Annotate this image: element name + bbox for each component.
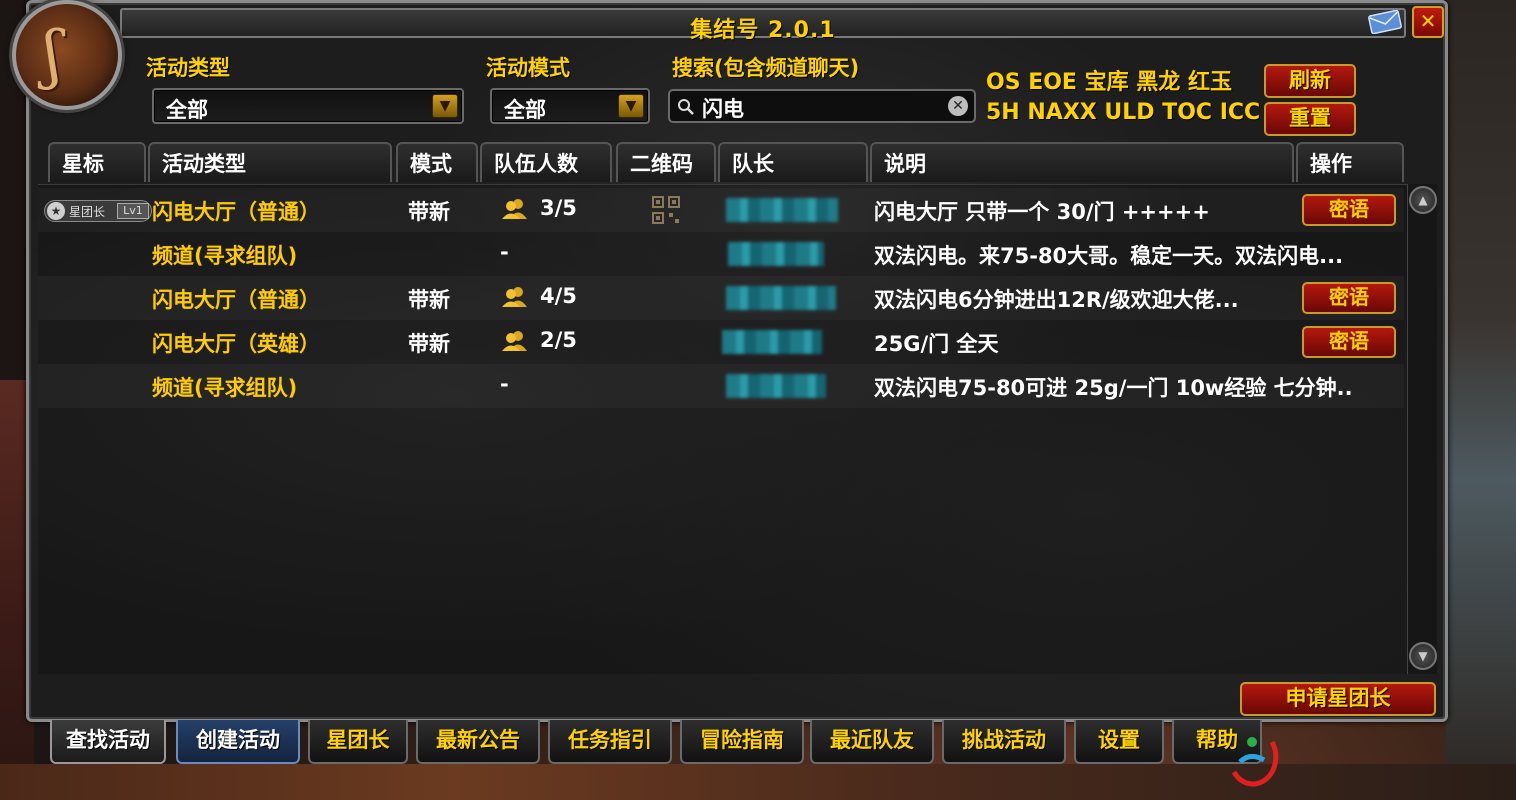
whisper-button[interactable]: 密语 bbox=[1302, 326, 1396, 358]
tab-latest-announcement[interactable]: 最新公告 bbox=[416, 720, 540, 764]
tab-challenge-activities[interactable]: 挑战活动 bbox=[942, 720, 1066, 764]
table-row[interactable]: ★ 星团长 Lv1 闪电大厅（普通） 带新 3/5 闪电大厅 只带一个 30/门… bbox=[38, 188, 1404, 232]
row-activity-type: 闪电大厅（普通） bbox=[152, 200, 320, 224]
row-mode: 带新 bbox=[408, 332, 450, 356]
table-row[interactable]: 闪电大厅（普通） 带新 4/5 双法闪电6分钟进出12R/级欢迎大佬... 密语 bbox=[38, 276, 1404, 320]
leader-name-redacted bbox=[722, 330, 822, 354]
quick-links-row-1[interactable]: OS EOE 宝库 黑龙 红玉 bbox=[986, 64, 1232, 96]
people-icon bbox=[502, 331, 527, 351]
tab-star-leader[interactable]: 星团长 bbox=[308, 720, 408, 764]
reset-button[interactable]: 重置 bbox=[1264, 102, 1356, 136]
quick-links-row-2[interactable]: 5H NAXX ULD TOC ICC bbox=[986, 100, 1260, 125]
star-badge-text: 星团长 bbox=[69, 205, 106, 219]
scroll-up-icon[interactable]: ▲ bbox=[1409, 186, 1437, 214]
leader-name-redacted bbox=[728, 242, 824, 266]
row-mode: 带新 bbox=[408, 200, 450, 224]
search-icon bbox=[678, 99, 694, 115]
row-note: 双法闪电75-80可进 25g/一门 10w经验 七分钟.. bbox=[874, 376, 1353, 400]
row-members: 2/5 bbox=[540, 328, 577, 352]
column-header-leader[interactable]: 队长 bbox=[718, 142, 868, 182]
star-icon: ★ bbox=[47, 202, 65, 220]
qr-code-icon[interactable] bbox=[652, 196, 680, 224]
whisper-button[interactable]: 密语 bbox=[1302, 194, 1396, 226]
search-input[interactable]: 闪电 ✕ bbox=[668, 89, 976, 123]
scroll-down-icon[interactable]: ▼ bbox=[1409, 642, 1437, 670]
column-header-activity-type[interactable]: 活动类型 bbox=[148, 142, 392, 182]
background-scene-right bbox=[1446, 0, 1516, 800]
search-label: 搜索(包含频道聊天) bbox=[672, 56, 860, 80]
leader-name-redacted bbox=[726, 286, 836, 310]
column-header-star[interactable]: 星标 bbox=[48, 142, 146, 182]
row-members: 3/5 bbox=[540, 196, 577, 220]
dropdown-arrow-icon[interactable]: ▼ bbox=[618, 94, 644, 118]
apply-star-leader-button[interactable]: 申请星团长 bbox=[1240, 682, 1436, 716]
people-icon bbox=[502, 199, 527, 219]
leader-name-redacted bbox=[726, 374, 826, 398]
star-leader-badge: ★ 星团长 Lv1 bbox=[44, 200, 152, 222]
tab-find-activity[interactable]: 查找活动 bbox=[50, 720, 166, 764]
whisper-button[interactable]: 密语 bbox=[1302, 282, 1396, 314]
tab-settings[interactable]: 设置 bbox=[1074, 720, 1164, 764]
close-icon[interactable]: ✕ bbox=[1412, 6, 1444, 38]
activity-mode-value: 全部 bbox=[504, 98, 546, 122]
row-activity-type: 频道(寻求组队) bbox=[152, 244, 298, 268]
column-header-members[interactable]: 队伍人数 bbox=[480, 142, 612, 182]
refresh-button[interactable]: 刷新 bbox=[1264, 64, 1356, 98]
list-scrollbar[interactable]: ▲ ▼ bbox=[1407, 184, 1437, 674]
leader-name-redacted bbox=[726, 198, 838, 222]
row-mode: 带新 bbox=[408, 288, 450, 312]
portrait-icon: ʃ bbox=[12, 0, 122, 110]
row-members: - bbox=[500, 372, 509, 396]
activity-mode-label: 活动模式 bbox=[486, 56, 570, 80]
table-row[interactable]: 闪电大厅（英雄） 带新 2/5 25G/门 全天 密语 bbox=[38, 320, 1404, 364]
tab-quest-guide[interactable]: 任务指引 bbox=[548, 720, 672, 764]
title-bar[interactable]: 集结号 2.0.1 bbox=[120, 8, 1406, 43]
activity-type-value: 全部 bbox=[166, 98, 208, 122]
people-icon bbox=[502, 287, 527, 307]
star-level: Lv1 bbox=[117, 203, 149, 219]
activity-type-dropdown[interactable]: 全部 ▼ bbox=[152, 88, 464, 124]
watermark-logo-icon bbox=[1231, 737, 1279, 787]
search-value[interactable]: 闪电 bbox=[702, 93, 744, 123]
column-header-mode[interactable]: 模式 bbox=[396, 142, 478, 182]
activity-type-label: 活动类型 bbox=[146, 56, 230, 80]
row-activity-type: 频道(寻求组队) bbox=[152, 376, 298, 400]
column-header-action[interactable]: 操作 bbox=[1296, 142, 1404, 182]
clear-icon[interactable]: ✕ bbox=[948, 96, 968, 116]
column-header-qr-code[interactable]: 二维码 bbox=[616, 142, 716, 182]
tab-create-activity[interactable]: 创建活动 bbox=[176, 720, 300, 764]
table-row[interactable]: 频道(寻求组队) - 双法闪电。来75-80大哥。稳定一天。双法闪电... bbox=[38, 232, 1404, 276]
tab-adventure-guide[interactable]: 冒险指南 bbox=[680, 720, 804, 764]
row-members: 4/5 bbox=[540, 284, 577, 308]
mail-icon[interactable] bbox=[1368, 10, 1402, 34]
dropdown-arrow-icon[interactable]: ▼ bbox=[432, 94, 458, 118]
row-activity-type: 闪电大厅（英雄） bbox=[152, 332, 320, 356]
table-row[interactable]: 频道(寻求组队) - 双法闪电75-80可进 25g/一门 10w经验 七分钟.… bbox=[38, 364, 1404, 408]
tab-recent-teammates[interactable]: 最近队友 bbox=[810, 720, 934, 764]
row-activity-type: 闪电大厅（普通） bbox=[152, 288, 320, 312]
row-note: 双法闪电。来75-80大哥。稳定一天。双法闪电... bbox=[874, 244, 1344, 268]
row-members: - bbox=[500, 240, 509, 264]
column-header-note[interactable]: 说明 bbox=[870, 142, 1294, 182]
portrait-glyph: ʃ bbox=[44, 18, 62, 92]
activity-mode-dropdown[interactable]: 全部 ▼ bbox=[490, 88, 650, 124]
window-title: 集结号 2.0.1 bbox=[690, 18, 836, 43]
background-scene-bottom bbox=[0, 764, 1516, 800]
